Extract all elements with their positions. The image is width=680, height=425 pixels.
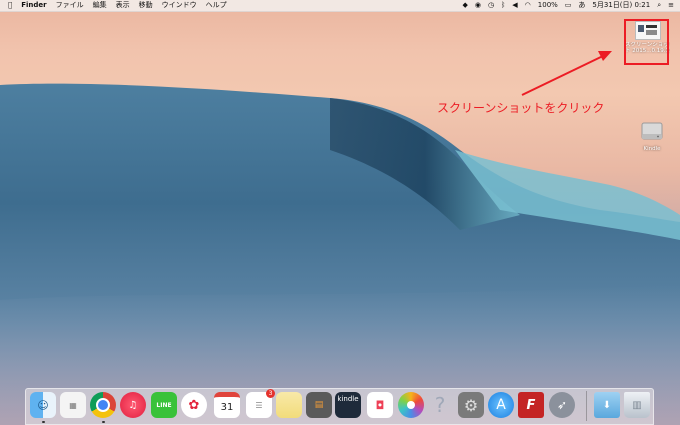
- menu-go[interactable]: 移動: [139, 0, 153, 11]
- dock-notes-icon[interactable]: [276, 392, 302, 418]
- kindle-disk-icon[interactable]: Kindle: [634, 120, 670, 152]
- menu-help[interactable]: ヘルプ: [206, 0, 227, 11]
- kindle-disk-label: Kindle: [643, 146, 661, 152]
- dock-downloads-folder-icon[interactable]: ⬇: [594, 392, 620, 418]
- input-method-indicator[interactable]: あ: [578, 0, 585, 11]
- menu-view[interactable]: 表示: [116, 0, 130, 11]
- clock-datetime[interactable]: 5月31日(日) 0:21: [592, 0, 650, 11]
- clock-icon[interactable]: ◷: [488, 0, 494, 11]
- kindle-icon-text: kindle: [337, 395, 359, 403]
- dock-pocket-icon[interactable]: ◘: [367, 392, 393, 418]
- dock-reminders-icon[interactable]: ☰ 3: [246, 389, 275, 418]
- running-indicator: [42, 421, 45, 423]
- line-icon-text: LINE: [156, 401, 172, 409]
- spotlight-icon[interactable]: ⌕: [657, 0, 661, 11]
- battery-status[interactable]: 100%: [538, 0, 558, 11]
- wallpaper-wave: [0, 83, 680, 425]
- help-icon-text: ?: [434, 393, 446, 417]
- dock-finder-icon[interactable]: ☺: [30, 392, 56, 418]
- menu-file[interactable]: ファイル: [56, 0, 84, 11]
- dock-launchpad-icon[interactable]: ▦: [60, 392, 86, 418]
- dock-separator: [586, 391, 587, 421]
- volume-icon[interactable]: ◀: [512, 0, 517, 11]
- external-drive-icon: [641, 122, 663, 140]
- dock-itunes-icon[interactable]: ♫: [120, 392, 146, 418]
- menu-bar:  Finder ファイル 編集 表示 移動 ウインドウ ヘルプ ◆ ◉ ◷ ᛒ…: [0, 0, 680, 12]
- dock-calendar-icon[interactable]: 31: [214, 392, 240, 418]
- eye-icon[interactable]: ◉: [475, 0, 481, 11]
- notification-center-icon[interactable]: ≡: [668, 0, 674, 11]
- dock-chrome-icon[interactable]: [90, 392, 116, 418]
- apple-icon[interactable]: : [8, 0, 12, 11]
- dock-photos-icon[interactable]: [398, 392, 424, 418]
- dock-rocket-icon[interactable]: ➶: [549, 392, 575, 418]
- running-indicator: [102, 421, 105, 423]
- menu-window[interactable]: ウインドウ: [162, 0, 197, 11]
- dock-flower-app-icon[interactable]: ✿: [181, 392, 207, 418]
- dock-help-icon[interactable]: ?: [427, 392, 453, 418]
- dock-app-store-icon[interactable]: A: [488, 392, 514, 418]
- dock-calculator-icon[interactable]: ▤: [306, 392, 332, 418]
- highlight-box: [624, 19, 669, 65]
- bluetooth-icon[interactable]: ᛒ: [501, 0, 505, 11]
- dock-line-icon[interactable]: LINE: [151, 392, 177, 418]
- desktop:  Finder ファイル 編集 表示 移動 ウインドウ ヘルプ ◆ ◉ ◷ ᛒ…: [0, 0, 680, 425]
- calendar-day: 31: [220, 402, 234, 413]
- app-menu-finder[interactable]: Finder: [21, 0, 46, 11]
- battery-icon: ▭: [564, 1, 572, 9]
- dock-kindle-icon[interactable]: kindle: [335, 392, 361, 418]
- dropbox-icon[interactable]: ◆: [462, 0, 467, 11]
- annotation-text: スクリーンショットをクリック: [437, 101, 605, 115]
- wifi-icon[interactable]: ◠: [525, 0, 531, 11]
- dock-filezilla-icon[interactable]: F: [518, 392, 544, 418]
- dock-trash-icon[interactable]: ▥: [624, 392, 650, 418]
- menu-edit[interactable]: 編集: [93, 0, 107, 11]
- reminders-badge: 3: [266, 389, 275, 398]
- dock-system-preferences-icon[interactable]: ⚙: [458, 392, 484, 418]
